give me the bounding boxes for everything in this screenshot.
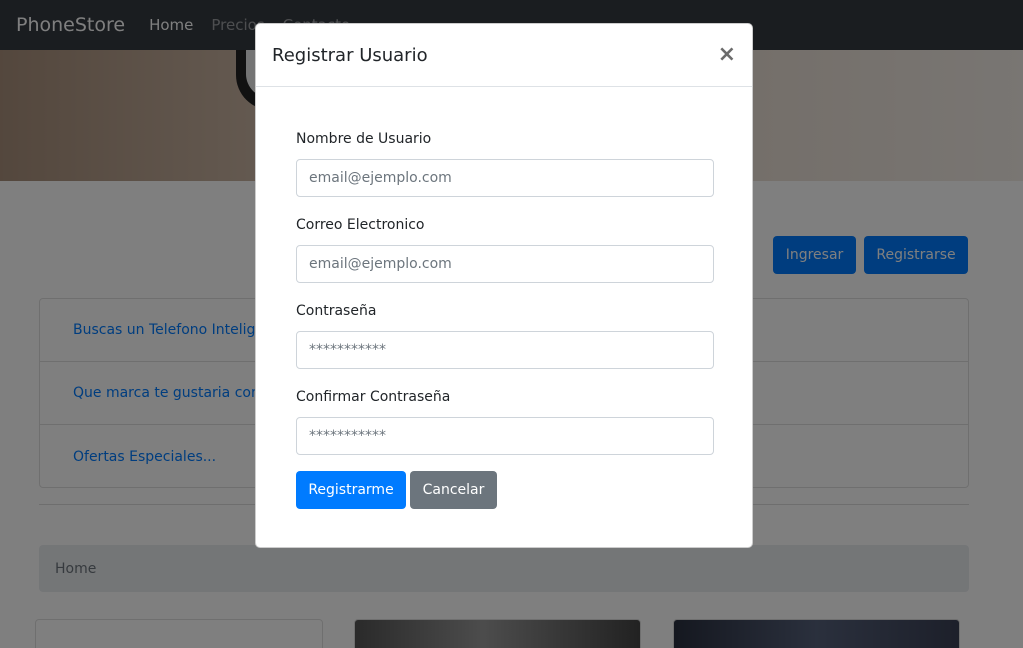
confirm-password-label: Confirmar Contraseña [296,389,451,405]
email-field[interactable] [296,245,714,283]
modal-header: Registrar Usuario × [256,24,752,87]
modal-title: Registrar Usuario [272,44,428,66]
page: PhoneStore Home Precios Contacto Ingresa… [0,0,1023,648]
confirm-password-field[interactable] [296,417,714,455]
username-label: Nombre de Usuario [296,131,432,147]
submit-register-button[interactable]: Registrarme [296,471,406,509]
close-icon[interactable]: × [718,44,736,66]
register-modal: Registrar Usuario × Nombre de Usuario Co… [255,23,753,548]
username-field[interactable] [296,159,714,197]
email-label: Correo Electronico [296,217,425,233]
password-field[interactable] [296,331,714,369]
password-label: Contraseña [296,303,377,319]
cancel-button[interactable]: Cancelar [410,471,497,509]
